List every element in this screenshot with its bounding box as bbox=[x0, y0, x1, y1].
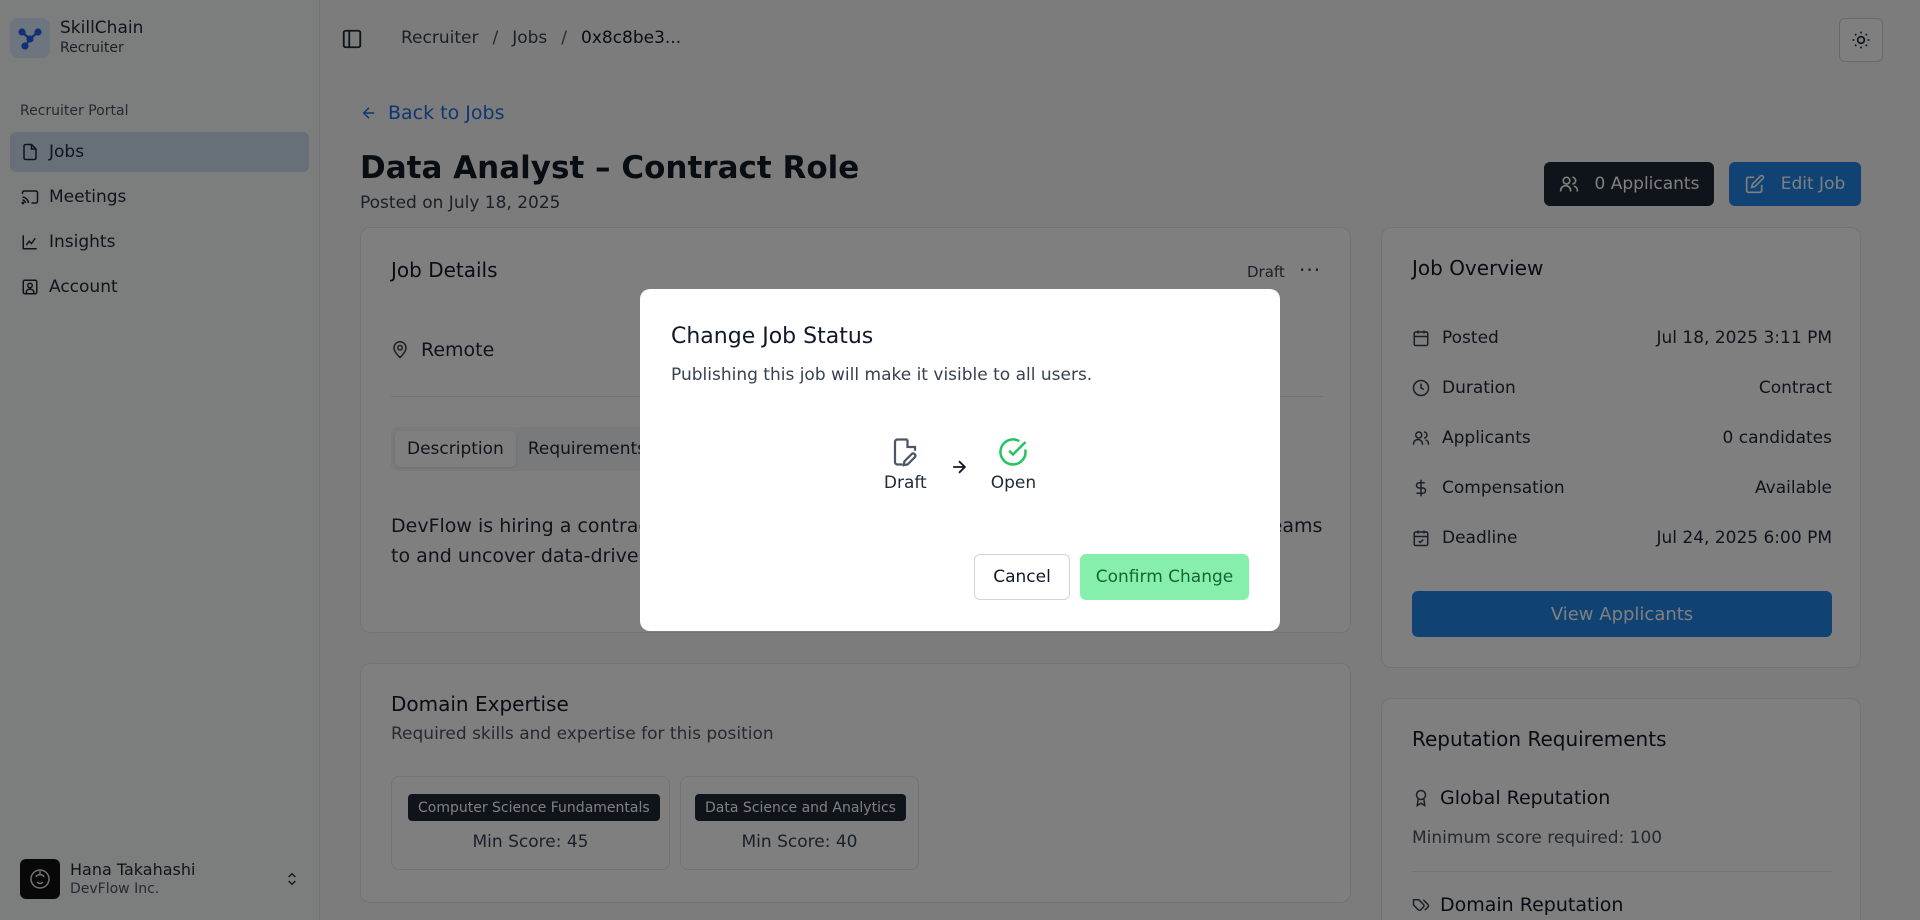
confirm-change-button[interactable]: Confirm Change bbox=[1080, 554, 1249, 600]
cancel-button[interactable]: Cancel bbox=[974, 554, 1070, 600]
status-transition: Draft Open bbox=[640, 437, 1280, 493]
dialog-title: Change Job Status bbox=[671, 324, 874, 349]
dialog-description: Publishing this job will make it visible… bbox=[671, 365, 1093, 385]
status-to-label: Open bbox=[990, 473, 1037, 493]
status-from: Draft bbox=[884, 437, 927, 493]
status-to: Open bbox=[991, 437, 1036, 493]
file-edit-icon bbox=[894, 438, 917, 467]
arrow-right-icon bbox=[952, 460, 966, 474]
check-circle-icon bbox=[999, 438, 1028, 466]
status-from-label: Draft bbox=[883, 473, 927, 493]
change-status-dialog: Change Job Status Publishing this job wi… bbox=[640, 289, 1280, 631]
